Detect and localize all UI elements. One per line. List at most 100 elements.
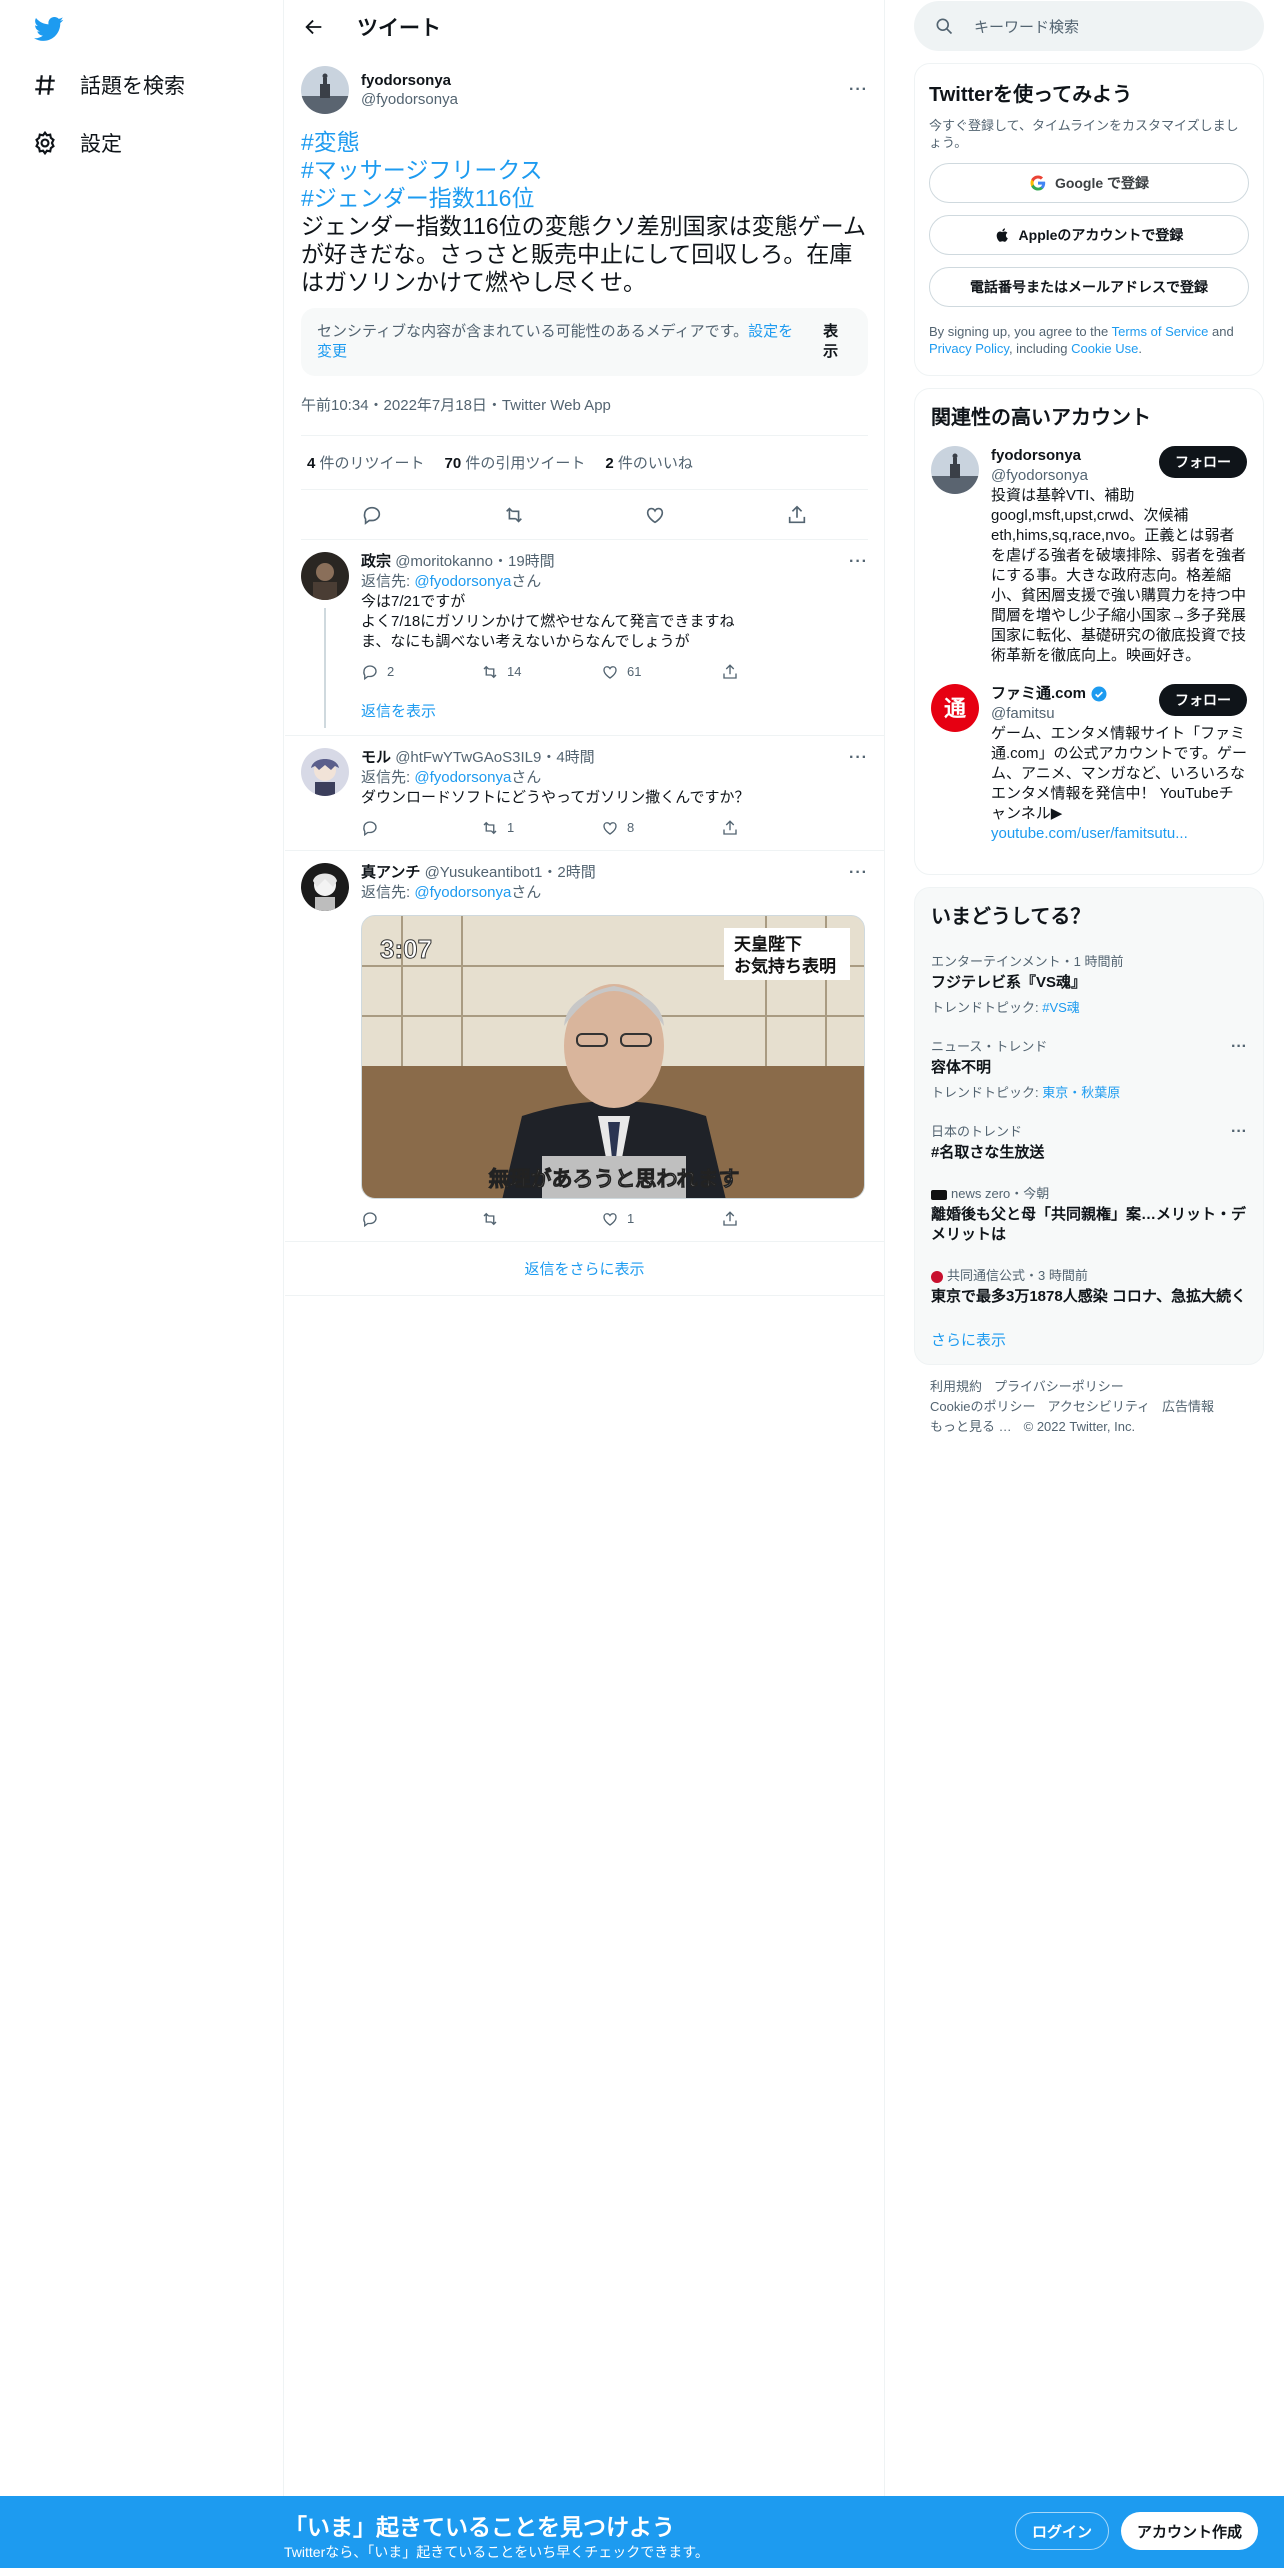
- retweet-button[interactable]: [481, 1209, 541, 1229]
- apple-signup-button[interactable]: Appleのアカウントで登録: [929, 215, 1249, 255]
- reply-button[interactable]: 2: [361, 662, 421, 682]
- search-input[interactable]: キーワード検索: [974, 16, 1079, 37]
- avatar[interactable]: [301, 552, 349, 600]
- reply-time[interactable]: 19時間: [508, 553, 555, 570]
- sensitive-media-warning: センシティブな内容が含まれている可能性のあるメディアです。設定を変更 表示: [301, 308, 868, 376]
- more-options-icon[interactable]: ···: [849, 748, 868, 768]
- like-button[interactable]: 8: [601, 818, 661, 838]
- suggested-account-handle[interactable]: @famitsu: [991, 704, 1108, 724]
- reply-time[interactable]: 2時間: [557, 864, 595, 881]
- reply-author-handle[interactable]: @htFwYTwGAoS3IL9: [395, 749, 541, 766]
- retweet-button[interactable]: 14: [481, 662, 541, 682]
- reply-author-handle[interactable]: @moritokanno: [395, 553, 493, 570]
- footer-link[interactable]: 利用規約: [930, 1379, 982, 1394]
- reply-to-link[interactable]: @fyodorsonya: [414, 573, 511, 590]
- reply-button[interactable]: [361, 1209, 421, 1229]
- author-handle[interactable]: @fyodorsonya: [361, 91, 849, 108]
- reply-author-name[interactable]: 真アンチ: [361, 864, 420, 881]
- nav-explore[interactable]: 話題を検索: [32, 70, 185, 100]
- signup-subtitle: 今すぐ登録して、タイムラインをカスタマイズしましょう。: [929, 118, 1239, 150]
- more-options-icon[interactable]: ···: [849, 863, 868, 883]
- avatar[interactable]: [931, 446, 979, 494]
- more-options-icon[interactable]: ···: [1231, 1123, 1247, 1141]
- suggested-account-name[interactable]: ファミ通.com: [991, 684, 1086, 704]
- reply-author-name[interactable]: 政宗: [361, 553, 391, 570]
- more-options-icon[interactable]: ···: [849, 81, 868, 99]
- phone-email-signup-button[interactable]: 電話番号またはメールアドレスで登録: [929, 267, 1249, 307]
- show-more-replies-link[interactable]: 返信をさらに表示: [285, 1242, 884, 1296]
- retweet-stat[interactable]: 4 件のリツイート: [307, 452, 425, 473]
- cookie-use-link[interactable]: Cookie Use: [1071, 341, 1138, 356]
- share-button[interactable]: [721, 1209, 781, 1229]
- trend-topic-link[interactable]: #VS魂: [1042, 1000, 1080, 1015]
- suggested-account[interactable]: fyodorsonya @fyodorsonya フォロー 投資は基幹VTI、補…: [931, 446, 1247, 666]
- terms-of-service-link[interactable]: Terms of Service: [1112, 324, 1209, 339]
- reply-tweet[interactable]: 真アンチ @Yusukeantibot1・2時間 ··· 返信先: @fyodo…: [285, 851, 884, 1242]
- reply-tweet[interactable]: 政宗 @moritokanno・19時間 ··· 返信先: @fyodorson…: [285, 540, 884, 736]
- like-button[interactable]: 1: [601, 1209, 661, 1229]
- follow-button[interactable]: フォロー: [1159, 446, 1247, 478]
- reply-icon[interactable]: [361, 504, 383, 526]
- reply-tweet[interactable]: モル @htFwYTwGAoS3IL9・4時間 ··· 返信先: @fyodor…: [285, 736, 884, 851]
- show-replies-link[interactable]: 返信を表示: [301, 694, 868, 735]
- footer-link[interactable]: 広告情報: [1162, 1399, 1214, 1414]
- reply-media-image[interactable]: 3:07 天皇陛下 お気持ち表明 無理があろうと思われます: [361, 915, 865, 1199]
- trend-item[interactable]: エンターテインメント・1 時間前 フジテレビ系『VS魂』 トレンドトピック: #…: [915, 941, 1263, 1026]
- back-arrow-icon[interactable]: [303, 16, 325, 38]
- author-name[interactable]: fyodorsonya: [361, 72, 849, 89]
- avatar[interactable]: [301, 66, 349, 114]
- twitter-logo-icon[interactable]: [32, 14, 66, 44]
- footer-link[interactable]: もっと見る …: [930, 1419, 1012, 1434]
- login-button[interactable]: ログイン: [1015, 2512, 1110, 2550]
- trend-context: 共同通信公式・3 時間前: [931, 1265, 1247, 1284]
- trend-item[interactable]: ··· ニュース・トレンド 容体不明 トレンドトピック: 東京・秋葉原: [915, 1026, 1263, 1111]
- like-button[interactable]: 61: [601, 662, 661, 682]
- main-column: ツイート fyodorsonya @fyodorsonya ··· #変態 #マ…: [285, 0, 885, 2568]
- avatar[interactable]: 通: [931, 684, 979, 732]
- suggested-account-name[interactable]: fyodorsonya: [991, 446, 1088, 466]
- quote-stat[interactable]: 70 件の引用ツイート: [445, 452, 586, 473]
- suggested-account-bio: 投資は基幹VTI、補助googl,msft,upst,crwd、次候補eth,h…: [991, 487, 1247, 664]
- privacy-policy-link[interactable]: Privacy Policy: [929, 341, 1009, 356]
- show-media-button[interactable]: 表示: [823, 322, 852, 362]
- reply-to-link[interactable]: @fyodorsonya: [414, 884, 511, 901]
- footer-link[interactable]: プライバシーポリシー: [994, 1379, 1124, 1394]
- tweet-timestamp[interactable]: 午前10:34・2022年7月18日・Twitter Web App: [301, 388, 868, 436]
- hashtag-link[interactable]: #マッサージフリークス: [301, 156, 868, 184]
- more-options-icon[interactable]: ···: [1231, 1038, 1247, 1056]
- reply-author-name[interactable]: モル: [361, 749, 391, 766]
- nav-settings[interactable]: 設定: [32, 128, 122, 158]
- like-icon[interactable]: [644, 504, 666, 526]
- share-button[interactable]: [721, 818, 781, 838]
- footer-link[interactable]: Cookieのポリシー: [930, 1399, 1035, 1414]
- reply-to-link[interactable]: @fyodorsonya: [414, 769, 511, 786]
- avatar[interactable]: [301, 748, 349, 796]
- search-box[interactable]: キーワード検索: [914, 1, 1264, 51]
- trend-item[interactable]: 共同通信公式・3 時間前 東京で最多3万1878人感染 コロナ、急拡大続く: [915, 1255, 1263, 1317]
- like-stat[interactable]: 2 件のいいね: [605, 452, 693, 473]
- trend-topic-link[interactable]: 東京・秋葉原: [1042, 1085, 1120, 1100]
- trends-show-more-link[interactable]: さらに表示: [915, 1317, 1263, 1350]
- retweet-button[interactable]: 1: [481, 818, 541, 838]
- reply-author-handle[interactable]: @Yusukeantibot1: [425, 864, 543, 881]
- reply-button[interactable]: [361, 818, 421, 838]
- suggested-account[interactable]: 通 ファミ通.com @famitsu フォロー ゲーム、エンタメ情報サイト「フ…: [931, 684, 1247, 844]
- follow-button[interactable]: フォロー: [1159, 684, 1247, 716]
- hashtag-link[interactable]: #変態: [301, 128, 868, 156]
- footer-link[interactable]: アクセシビリティ: [1047, 1399, 1150, 1414]
- suggested-account-link[interactable]: youtube.com/user/famitsutu...: [991, 824, 1247, 844]
- retweet-icon[interactable]: [503, 504, 525, 526]
- trend-item[interactable]: news zero・今朝 離婚後も父と母「共同親権」案…メリット・デメリットは: [915, 1173, 1263, 1255]
- avatar[interactable]: [301, 863, 349, 911]
- phone-email-signup-label: 電話番号またはメールアドレスで登録: [970, 279, 1208, 295]
- hashtag-link[interactable]: #ジェンダー指数116位: [301, 184, 868, 212]
- copyright: © 2022 Twitter, Inc.: [1023, 1419, 1136, 1434]
- create-account-button[interactable]: アカウント作成: [1121, 2512, 1259, 2550]
- google-signup-button[interactable]: Google で登録: [929, 163, 1249, 203]
- share-icon[interactable]: [786, 504, 808, 526]
- share-button[interactable]: [721, 662, 781, 682]
- trend-item[interactable]: ··· 日本のトレンド #名取さな生放送: [915, 1111, 1263, 1173]
- reply-time[interactable]: 4時間: [556, 749, 594, 766]
- suggested-account-handle[interactable]: @fyodorsonya: [991, 466, 1088, 486]
- more-options-icon[interactable]: ···: [849, 552, 868, 572]
